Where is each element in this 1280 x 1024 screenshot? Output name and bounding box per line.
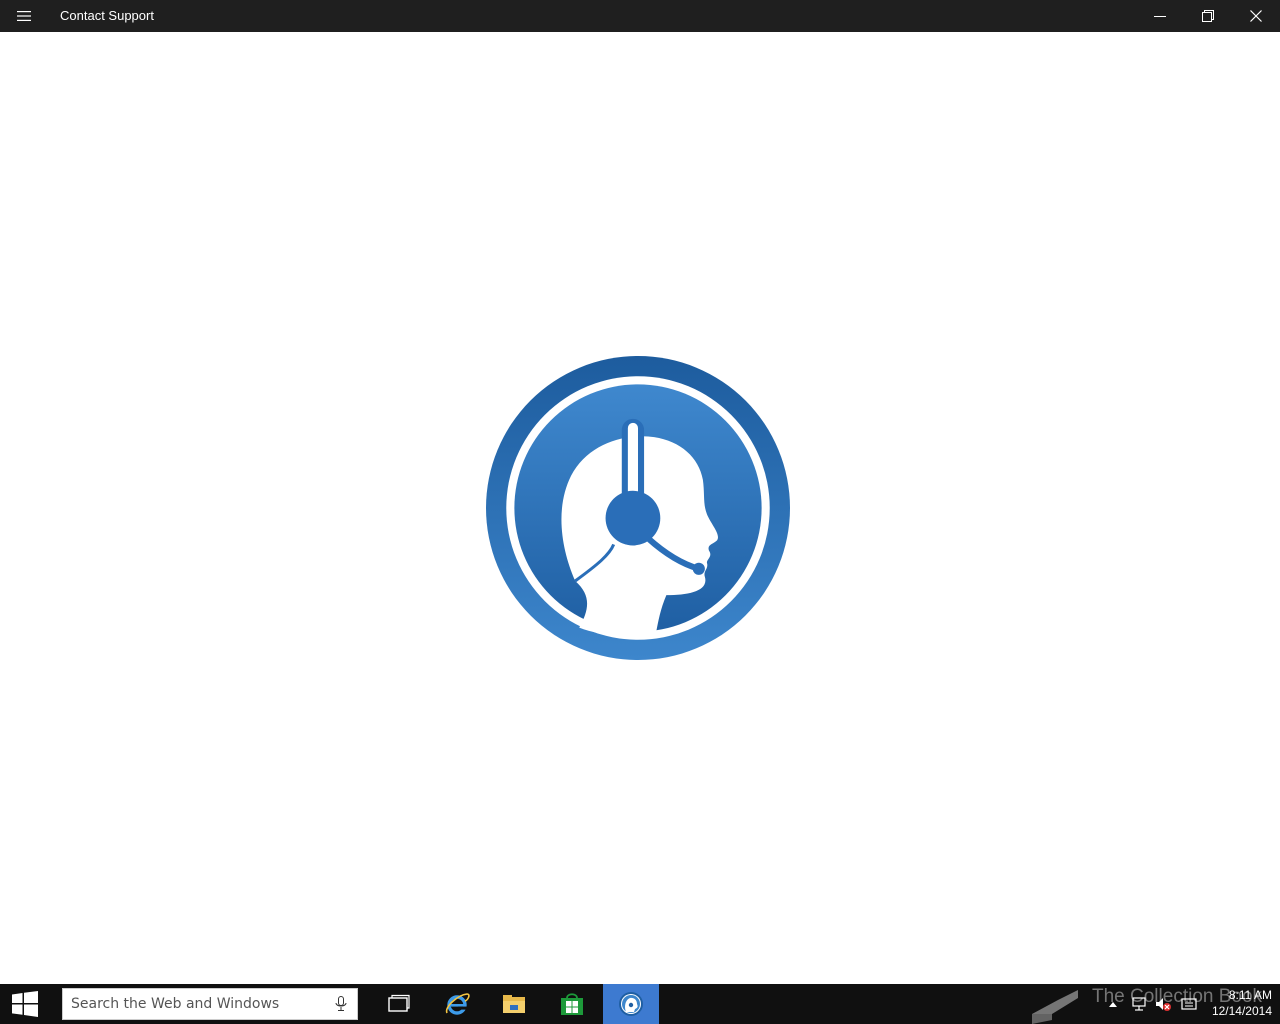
file-explorer-button[interactable] [486,984,542,1024]
task-view-icon [388,994,410,1012]
internet-explorer-button[interactable] [429,984,485,1024]
minimize-button[interactable] [1136,0,1184,32]
file-explorer-icon [503,995,525,1013]
search-placeholder: Search the Web and Windows [71,996,280,1012]
headset-support-agent-logo [486,356,790,660]
internet-explorer-icon [445,993,470,1015]
title-bar: Contact Support [0,0,1280,32]
search-input[interactable]: Search the Web and Windows [62,988,358,1020]
book-icon [1032,990,1078,1024]
network-icon[interactable] [1130,996,1148,1012]
app-content [0,32,1280,984]
volume-muted-icon[interactable] [1154,996,1172,1012]
store-button[interactable] [544,984,600,1024]
close-button[interactable] [1232,0,1280,32]
clock-time: 8:11 AM [1228,988,1272,1002]
clock-date: 12/14/2014 [1211,1004,1272,1018]
minimize-icon [1154,16,1166,17]
start-button[interactable] [0,984,50,1024]
window-title: Contact Support [60,8,154,23]
restore-button[interactable] [1184,0,1232,32]
task-view-button[interactable] [371,984,427,1024]
windows-logo-icon [12,991,38,1017]
contact-support-icon [619,992,643,1016]
hamburger-menu-icon[interactable] [0,0,48,32]
taskbar-clock[interactable]: 8:11 AM 12/14/2014 [1200,987,1272,1019]
chevron-up-icon[interactable] [1104,996,1122,1012]
taskbar: Search the Web and Windows The Collectio… [0,984,1280,1024]
microphone-icon[interactable] [335,996,347,1012]
action-center-icon[interactable] [1180,996,1198,1012]
store-icon [561,993,583,1015]
close-icon [1250,10,1262,22]
contact-support-taskbar-button[interactable] [603,984,659,1024]
restore-icon [1202,10,1214,22]
